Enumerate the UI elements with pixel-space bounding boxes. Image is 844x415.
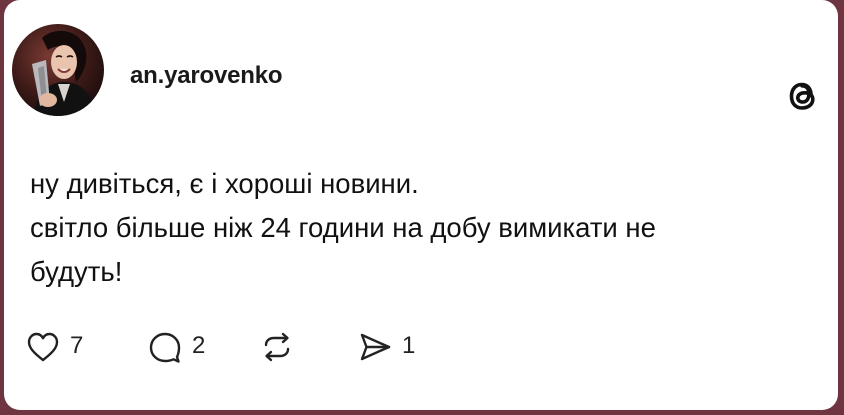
post-text: ну дивіться, є і хороші новини. світло б… bbox=[30, 162, 820, 294]
like-button[interactable]: 7 bbox=[26, 328, 106, 368]
username[interactable]: an.yarovenko bbox=[130, 62, 283, 90]
post-card: an.yarovenko ну дивіться, є і хороші нов… bbox=[4, 0, 838, 410]
heart-icon bbox=[27, 332, 59, 362]
repost-icon bbox=[264, 332, 290, 362]
repost-button[interactable] bbox=[260, 328, 300, 368]
comment-count: 2 bbox=[192, 332, 206, 359]
post-text-line: будуть! bbox=[30, 256, 123, 287]
avatar[interactable] bbox=[12, 24, 104, 116]
threads-logo-icon[interactable] bbox=[780, 74, 824, 118]
comment-button[interactable]: 2 bbox=[148, 328, 238, 368]
post-text-line: світло більше ніж 24 години на добу вими… bbox=[30, 212, 656, 243]
comment-bubble-icon bbox=[149, 332, 181, 363]
avatar-photo bbox=[12, 24, 104, 116]
share-button[interactable]: 1 bbox=[358, 328, 428, 368]
send-icon bbox=[360, 333, 391, 361]
post-text-line: ну дивіться, є і хороші новини. bbox=[30, 168, 419, 199]
share-count: 1 bbox=[402, 332, 416, 359]
action-bar: 7 2 1 bbox=[26, 328, 446, 368]
like-count: 7 bbox=[70, 332, 84, 359]
